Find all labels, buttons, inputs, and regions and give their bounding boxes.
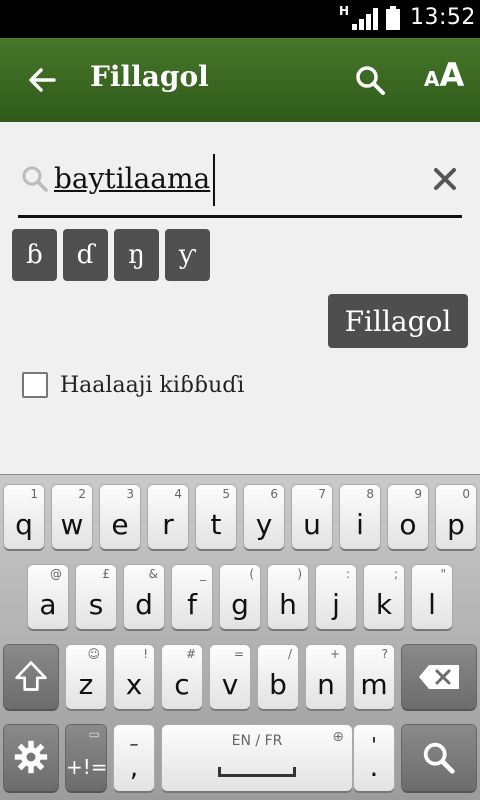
key-g[interactable]: (g (220, 565, 260, 629)
back-arrow-icon[interactable] (24, 62, 60, 98)
backspace-icon (419, 665, 459, 689)
key-f[interactable]: _ f (172, 565, 212, 629)
font-size-icon[interactable]: AA (424, 56, 464, 94)
spacebar-icon (218, 767, 296, 777)
key-w[interactable]: 2w (52, 485, 92, 549)
special-char-row: ɓ ɗ ŋ ƴ (12, 229, 210, 281)
key-c[interactable]: # c (162, 645, 202, 709)
key-t[interactable]: 5t (196, 485, 236, 549)
backspace-key[interactable] (402, 645, 476, 709)
key-r[interactable]: 4r (148, 485, 188, 549)
shift-key[interactable] (4, 645, 58, 709)
clipboard-icon: ▭ (88, 727, 100, 741)
search-field[interactable]: baytilaama (18, 150, 462, 218)
clock: 13:52 (410, 5, 476, 30)
key-b[interactable]: / b (258, 645, 298, 709)
key-a[interactable]: @ a (28, 565, 68, 629)
key-e[interactable]: 3e (100, 485, 140, 549)
symbols-key[interactable]: ▭ +!= (66, 725, 108, 791)
char-button-y-hook[interactable]: ƴ (165, 229, 210, 281)
translate-button[interactable]: Fillagol (328, 294, 468, 348)
key-n[interactable]: + n (306, 645, 346, 709)
key-v[interactable]: = v (210, 645, 250, 709)
period-key[interactable]: ' . (354, 725, 394, 791)
key-k[interactable]: ; k (364, 565, 404, 629)
key-l[interactable]: " l (412, 565, 452, 629)
key-d[interactable]: & d (124, 565, 164, 629)
search-field-icon (22, 166, 48, 192)
gear-icon (14, 740, 48, 774)
search-key[interactable] (402, 725, 476, 791)
battery-icon (386, 6, 400, 30)
signal-icon (352, 8, 378, 30)
search-input[interactable]: baytilaama (54, 162, 210, 195)
action-bar: Fillagol AA (0, 38, 480, 122)
search-icon[interactable] (352, 62, 390, 100)
keyboard: 1q 2w 3e 4r 5t 6y 7u 8i 9o 0p @ a £ s & d _… (0, 474, 480, 800)
key-j[interactable]: :j (316, 565, 356, 629)
status-bar: H 13:52 (0, 0, 480, 38)
network-type: H (339, 4, 350, 18)
key-x[interactable]: ! x (114, 645, 154, 709)
key-q[interactable]: 1q (4, 485, 44, 549)
key-i[interactable]: 8i (340, 485, 380, 549)
key-h[interactable]: ) h (268, 565, 308, 629)
keyboard-search-icon (423, 742, 455, 774)
key-y[interactable]: 6y (244, 485, 284, 549)
comma-key[interactable]: – , (114, 725, 154, 791)
char-button-b-hook[interactable]: ɓ (12, 229, 57, 281)
app-title: Fillagol (90, 60, 209, 93)
settings-key[interactable] (4, 725, 58, 791)
shift-icon (15, 661, 47, 691)
space-key[interactable]: ⊕ EN / FR (162, 725, 352, 791)
key-p[interactable]: 0p (436, 485, 476, 549)
key-o[interactable]: 9o (388, 485, 428, 549)
text-caret (213, 154, 215, 206)
key-u[interactable]: 7u (292, 485, 332, 549)
checkbox-label[interactable]: Haalaaji kiɓɓuɗi (60, 373, 244, 398)
char-button-d-hook[interactable]: ɗ (63, 229, 108, 281)
clear-icon[interactable] (430, 164, 460, 194)
key-m[interactable]: ? m (354, 645, 394, 709)
checkbox[interactable] (22, 372, 48, 398)
key-z[interactable]: ☺ z (66, 645, 106, 709)
key-s[interactable]: £ s (76, 565, 116, 629)
char-button-eng[interactable]: ŋ (114, 229, 159, 281)
checkbox-row[interactable]: Haalaaji kiɓɓuɗi (22, 372, 244, 398)
